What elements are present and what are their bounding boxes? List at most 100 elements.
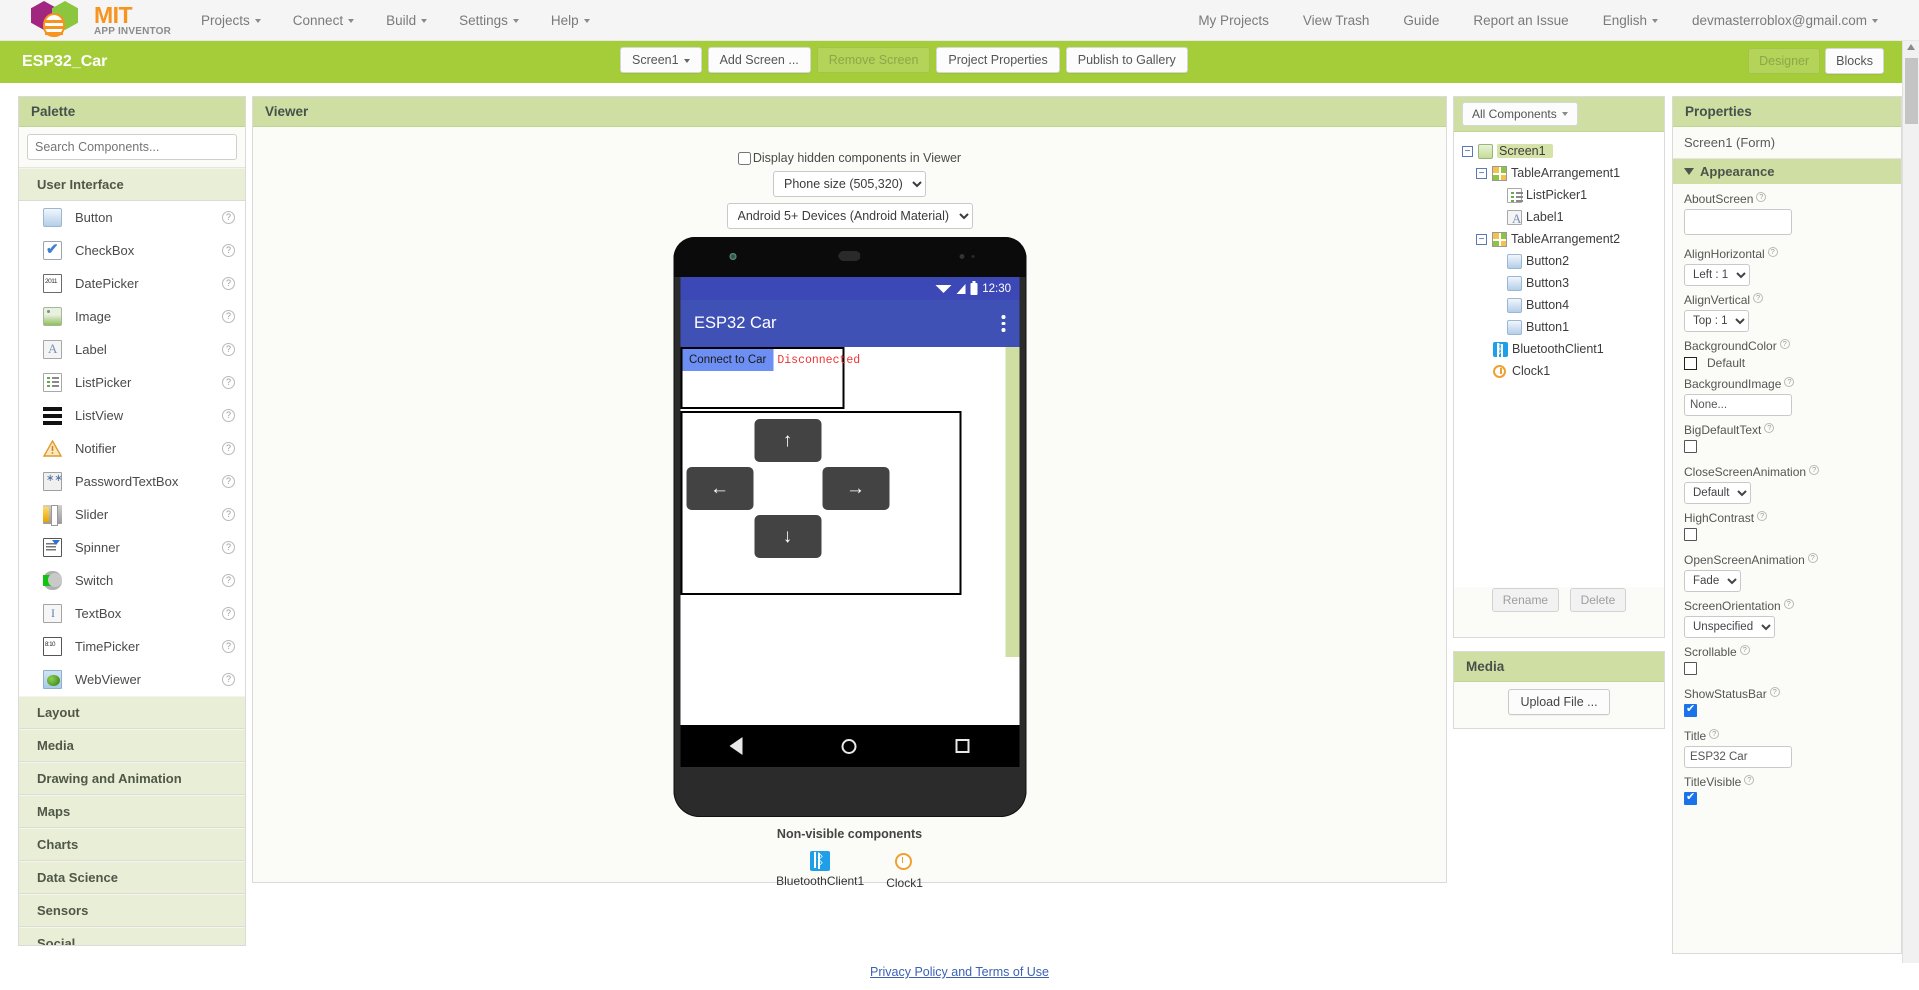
screenorientation-select[interactable]: Unspecified xyxy=(1684,616,1775,638)
title-input[interactable] xyxy=(1684,746,1792,768)
palette-item-button[interactable]: Button ? xyxy=(19,201,245,234)
closescreenanimation-select[interactable]: Default xyxy=(1684,482,1751,504)
table-arrangement-1[interactable]: Connect to Car Disconnected xyxy=(680,347,860,409)
palette-item-label[interactable]: Label ? xyxy=(19,333,245,366)
highcontrast-checkbox[interactable] xyxy=(1684,528,1697,541)
help-icon[interactable]: ? xyxy=(222,376,235,389)
showstatusbar-checkbox[interactable] xyxy=(1684,702,1697,717)
alignvertical-select[interactable]: Top : 1 xyxy=(1684,310,1749,332)
blocks-tab-button[interactable]: Blocks xyxy=(1825,48,1884,75)
help-icon[interactable]: ? xyxy=(222,508,235,521)
palette-item-listview[interactable]: ListView ? xyxy=(19,399,245,432)
menu-settings[interactable]: Settings xyxy=(443,7,535,34)
scroll-up-icon[interactable] xyxy=(1907,44,1915,50)
palette-item-datepicker[interactable]: DatePicker ? xyxy=(19,267,245,300)
help-icon[interactable]: ? xyxy=(222,211,235,224)
page-scrollbar[interactable] xyxy=(1902,41,1919,990)
help-icon[interactable]: ? xyxy=(1779,339,1790,349)
menu-projects[interactable]: Projects xyxy=(185,7,277,34)
collapse-toggle-icon[interactable]: − xyxy=(1462,145,1473,157)
palette-item-image[interactable]: Image ? xyxy=(19,300,245,333)
button3-left[interactable]: ← xyxy=(686,467,753,510)
help-icon[interactable]: ? xyxy=(222,310,235,323)
palette-category-maps[interactable]: Maps xyxy=(19,795,245,828)
link-view-trash[interactable]: View Trash xyxy=(1286,7,1387,34)
help-icon[interactable]: ? xyxy=(222,277,235,290)
palette-category-sensors[interactable]: Sensors xyxy=(19,894,245,927)
tree-item-button2[interactable]: Button2 xyxy=(1458,250,1660,272)
help-icon[interactable]: ? xyxy=(222,541,235,554)
menu-help[interactable]: Help xyxy=(535,7,606,34)
palette-item-textbox[interactable]: TextBox ? xyxy=(19,597,245,630)
palette-item-timepicker[interactable]: TimePicker ? xyxy=(19,630,245,663)
all-components-filter-button[interactable]: All Components xyxy=(1462,102,1578,126)
help-icon[interactable]: ? xyxy=(222,574,235,587)
openscreenanimation-select[interactable]: Fade xyxy=(1684,570,1741,592)
tree-item-bluetoothclient1[interactable]: ᛒ BluetoothClient1 xyxy=(1458,338,1660,360)
link-my-projects[interactable]: My Projects xyxy=(1181,7,1286,34)
button4-right[interactable]: → xyxy=(822,467,889,510)
palette-item-switch[interactable]: Switch ? xyxy=(19,564,245,597)
language-selector[interactable]: English xyxy=(1586,7,1675,34)
help-icon[interactable]: ? xyxy=(1769,687,1780,697)
tree-item-label1[interactable]: Label1 xyxy=(1458,206,1660,228)
publish-to-gallery-button[interactable]: Publish to Gallery xyxy=(1065,47,1188,74)
tree-item-screen1[interactable]: − Screen1 xyxy=(1458,140,1660,162)
bigdefaulttext-checkbox[interactable] xyxy=(1684,440,1697,453)
scrollable-checkbox[interactable] xyxy=(1684,662,1697,675)
tree-item-button3[interactable]: Button3 xyxy=(1458,272,1660,294)
tree-item-button1[interactable]: Button1 xyxy=(1458,316,1660,338)
overflow-menu-icon[interactable] xyxy=(1001,315,1005,332)
palette-item-webviewer[interactable]: WebViewer ? xyxy=(19,663,245,696)
non-visible-clock1[interactable]: Clock1 xyxy=(886,851,923,890)
scrollbar-thumb[interactable] xyxy=(1905,58,1918,124)
recents-icon[interactable] xyxy=(955,739,970,753)
tree-item-tablearrangement2[interactable]: − TableArrangement2 xyxy=(1458,228,1660,250)
help-icon[interactable]: ? xyxy=(222,244,235,257)
help-icon[interactable]: ? xyxy=(1767,247,1778,257)
help-icon[interactable]: ? xyxy=(222,475,235,488)
menu-build[interactable]: Build xyxy=(370,7,443,34)
device-theme-select[interactable]: Android 5+ Devices (Android Material) xyxy=(726,203,973,229)
palette-category-user-interface[interactable]: User Interface xyxy=(19,168,245,201)
palette-item-listpicker[interactable]: ListPicker ? xyxy=(19,366,245,399)
mit-app-inventor-logo[interactable]: MIT APP INVENTOR xyxy=(0,1,185,39)
help-icon[interactable]: ? xyxy=(222,343,235,356)
display-hidden-components-row[interactable]: Display hidden components in Viewer xyxy=(737,151,961,165)
help-icon[interactable]: ? xyxy=(222,673,235,686)
listpicker1-connect-to-car[interactable]: Connect to Car xyxy=(682,349,774,371)
account-menu[interactable]: devmasterroblox@gmail.com xyxy=(1675,7,1895,34)
tree-item-button4[interactable]: Button4 xyxy=(1458,294,1660,316)
palette-item-checkbox[interactable]: CheckBox ? xyxy=(19,234,245,267)
backgroundimage-input[interactable] xyxy=(1684,394,1792,416)
palette-item-spinner[interactable]: Spinner ? xyxy=(19,531,245,564)
phone-size-select[interactable]: Phone size (505,320) xyxy=(773,171,926,197)
palette-item-passwordtextbox[interactable]: PasswordTextBox ? xyxy=(19,465,245,498)
help-icon[interactable]: ? xyxy=(1709,729,1720,739)
screen-selector-button[interactable]: Screen1 xyxy=(620,47,702,74)
button1-down[interactable]: ↓ xyxy=(754,515,821,558)
help-icon[interactable]: ? xyxy=(1809,465,1820,475)
help-icon[interactable]: ? xyxy=(222,640,235,653)
palette-category-layout[interactable]: Layout xyxy=(19,696,245,729)
properties-section-appearance[interactable]: Appearance xyxy=(1673,159,1901,184)
palette-category-media[interactable]: Media xyxy=(19,729,245,762)
help-icon[interactable]: ? xyxy=(1756,192,1767,202)
button2-up[interactable]: ↑ xyxy=(754,419,821,462)
help-icon[interactable]: ? xyxy=(1744,775,1755,785)
help-icon[interactable]: ? xyxy=(1783,599,1794,609)
tree-item-tablearrangement1[interactable]: − TableArrangement1 xyxy=(1458,162,1660,184)
palette-category-drawing-animation[interactable]: Drawing and Animation xyxy=(19,762,245,795)
palette-category-charts[interactable]: Charts xyxy=(19,828,245,861)
alignhorizontal-select[interactable]: Left : 1 xyxy=(1684,264,1750,286)
aboutscreen-input[interactable] xyxy=(1684,209,1792,235)
home-icon[interactable] xyxy=(841,738,857,754)
help-icon[interactable]: ? xyxy=(1753,293,1764,303)
privacy-policy-link[interactable]: Privacy Policy and Terms of Use xyxy=(870,965,1049,979)
help-icon[interactable]: ? xyxy=(222,409,235,422)
search-input[interactable] xyxy=(27,134,237,160)
add-screen-button[interactable]: Add Screen ... xyxy=(707,47,811,74)
tree-item-clock1[interactable]: Clock1 xyxy=(1458,360,1660,382)
help-icon[interactable]: ? xyxy=(1807,553,1818,563)
help-icon[interactable]: ? xyxy=(222,442,235,455)
